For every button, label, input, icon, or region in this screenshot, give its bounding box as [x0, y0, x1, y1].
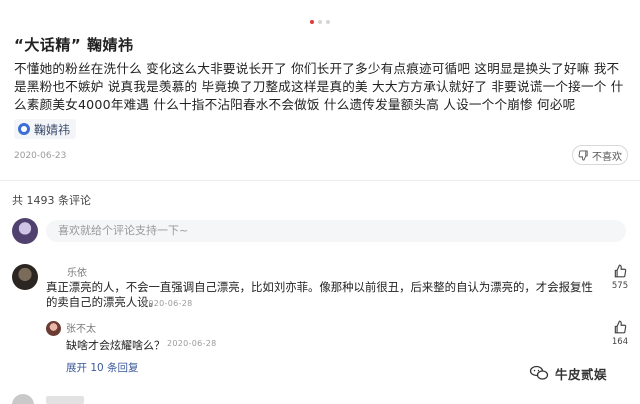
dislike-button[interactable]: 不喜欢	[572, 145, 628, 165]
comment-username-placeholder	[46, 396, 84, 404]
topic-icon	[18, 123, 30, 135]
comment-avatar[interactable]	[12, 264, 38, 290]
like-count: 164	[611, 337, 629, 347]
comment-date: 2020-06-28	[143, 299, 193, 308]
thumbs-down-icon	[578, 149, 588, 161]
like-count: 575	[611, 281, 629, 291]
avatar	[12, 218, 38, 244]
carousel-dot[interactable]	[318, 20, 322, 24]
comment-text: 真正漂亮的人，不会一直强调自己漂亮，比如刘亦菲。像那种以前很丑，后来整的自认为漂…	[46, 280, 593, 309]
carousel-indicator	[0, 20, 640, 24]
comment-avatar[interactable]	[12, 394, 34, 404]
reply-like-button[interactable]: 164	[605, 320, 635, 347]
thumbs-up-icon	[614, 320, 627, 334]
carousel-dot-active[interactable]	[310, 20, 314, 24]
watermark: 牛皮贰娱	[529, 360, 607, 386]
comment-count: 共 1493 条评论	[12, 194, 91, 207]
topic-tag[interactable]: 鞠婧祎	[14, 119, 77, 139]
comment-like-button[interactable]: 575	[605, 264, 635, 291]
carousel-dot[interactable]	[326, 20, 330, 24]
dislike-label: 不喜欢	[592, 151, 622, 163]
wechat-icon	[529, 365, 549, 380]
thumbs-up-icon	[614, 264, 627, 278]
topic-tag-label: 鞠婧祎	[34, 122, 71, 137]
expand-replies-link[interactable]: 展开 10 条回复	[66, 360, 139, 375]
reply-username[interactable]: 张不太	[66, 320, 96, 335]
reply-date: 2020-06-28	[167, 339, 217, 348]
post-body: 不懂她的粉丝在洗什么 变化这么大非要说长开了 你们长开了多少有点痕迹可循吧 这明…	[14, 61, 624, 112]
watermark-text: 牛皮贰娱	[555, 366, 608, 382]
reply-avatar[interactable]	[46, 321, 61, 336]
divider	[0, 180, 640, 181]
post-date: 2020-06-23	[14, 151, 67, 161]
reply-text: 缺啥才会炫耀啥么？	[66, 339, 165, 352]
post-title: “大话精” 鞠婧祎	[14, 36, 134, 54]
comment-input[interactable]: 喜欢就给个评论支持一下~	[46, 220, 626, 242]
comment-username[interactable]: 乐依	[67, 264, 87, 279]
